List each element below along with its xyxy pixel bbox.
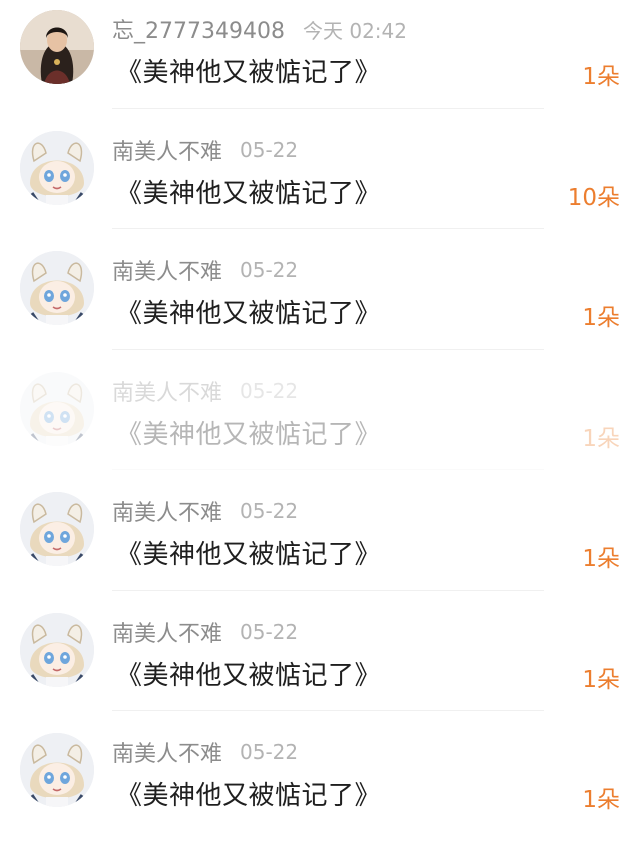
gift-time: 今天 02:42 bbox=[302, 18, 407, 43]
user-avatar-icon[interactable] bbox=[20, 10, 94, 84]
row-divider bbox=[112, 228, 544, 229]
book-title[interactable]: 《美神他又被惦记了》 bbox=[116, 655, 381, 692]
flower-count: 1朵 bbox=[582, 64, 620, 90]
row-divider bbox=[112, 589, 544, 591]
row-divider bbox=[112, 348, 544, 350]
list-item[interactable]: 南美人不难 05-22 《美神他又被惦记了》 1朵 bbox=[0, 603, 640, 724]
gift-time: 05-22 bbox=[240, 740, 299, 764]
list-item[interactable]: 南美人不难 05-22 《美神他又被惦记了》 1朵 bbox=[0, 723, 640, 844]
row-divider bbox=[112, 107, 544, 109]
flower-count: 1朵 bbox=[582, 546, 620, 572]
book-title[interactable]: 《美神他又被惦记了》 bbox=[116, 534, 381, 571]
list-item[interactable]: 南美人不难 05-22 《美神他又被惦记了》 1朵 bbox=[0, 362, 640, 483]
sender-name[interactable]: 南美人不难 bbox=[112, 495, 222, 527]
record-meta: 南美人不难 05-22 bbox=[112, 496, 298, 526]
book-title[interactable]: 《美神他又被惦记了》 bbox=[116, 52, 381, 89]
gift-time: 05-22 bbox=[240, 378, 299, 403]
sender-name[interactable]: 南美人不难 bbox=[112, 134, 222, 166]
record-meta: 忘_2777349408 今天 02:42 bbox=[112, 13, 407, 45]
gift-record-list: 忘_2777349408 今天 02:42 《美神他又被惦记了》 1朵 南美人不… bbox=[0, 0, 640, 844]
flower-count: 1朵 bbox=[582, 425, 620, 452]
gift-time: 05-22 bbox=[240, 137, 299, 162]
gift-time: 05-22 bbox=[240, 619, 299, 644]
flower-count: 1朵 bbox=[582, 305, 620, 331]
flower-count: 1朵 bbox=[582, 787, 620, 813]
book-title[interactable]: 《美神他又被惦记了》 bbox=[116, 173, 381, 210]
list-item[interactable]: 南美人不难 05-22 《美神他又被惦记了》 10朵 bbox=[0, 121, 640, 242]
book-title[interactable]: 《美神他又被惦记了》 bbox=[116, 414, 381, 451]
book-title[interactable]: 《美神他又被惦记了》 bbox=[116, 775, 381, 812]
row-divider bbox=[112, 710, 544, 711]
gift-time: 05-22 bbox=[240, 258, 299, 282]
record-meta: 南美人不难 05-22 bbox=[112, 737, 298, 767]
record-meta: 南美人不难 05-22 bbox=[112, 376, 298, 406]
book-title[interactable]: 《美神他又被惦记了》 bbox=[116, 293, 381, 330]
anime-avatar-icon[interactable] bbox=[20, 371, 94, 446]
anime-avatar-icon[interactable] bbox=[20, 492, 94, 566]
flower-count: 1朵 bbox=[582, 666, 620, 693]
record-meta: 南美人不难 05-22 bbox=[112, 255, 298, 285]
sender-name[interactable]: 忘_2777349408 bbox=[112, 13, 285, 45]
anime-avatar-icon[interactable] bbox=[20, 251, 94, 325]
record-meta: 南美人不难 05-22 bbox=[112, 135, 298, 165]
sender-name[interactable]: 南美人不难 bbox=[112, 375, 222, 407]
anime-avatar-icon[interactable] bbox=[20, 130, 94, 205]
list-item[interactable]: 南美人不难 05-22 《美神他又被惦记了》 1朵 bbox=[0, 482, 640, 603]
record-meta: 南美人不难 05-22 bbox=[112, 617, 298, 647]
list-item[interactable]: 忘_2777349408 今天 02:42 《美神他又被惦记了》 1朵 bbox=[0, 0, 640, 121]
list-item[interactable]: 南美人不难 05-22 《美神他又被惦记了》 1朵 bbox=[0, 241, 640, 362]
sender-name[interactable]: 南美人不难 bbox=[112, 254, 222, 286]
anime-avatar-icon[interactable] bbox=[20, 733, 94, 807]
anime-avatar-icon[interactable] bbox=[20, 612, 94, 687]
row-divider bbox=[112, 469, 544, 470]
sender-name[interactable]: 南美人不难 bbox=[112, 736, 222, 768]
sender-name[interactable]: 南美人不难 bbox=[112, 616, 222, 648]
flower-count: 10朵 bbox=[567, 184, 620, 211]
gift-time: 05-22 bbox=[240, 499, 299, 523]
